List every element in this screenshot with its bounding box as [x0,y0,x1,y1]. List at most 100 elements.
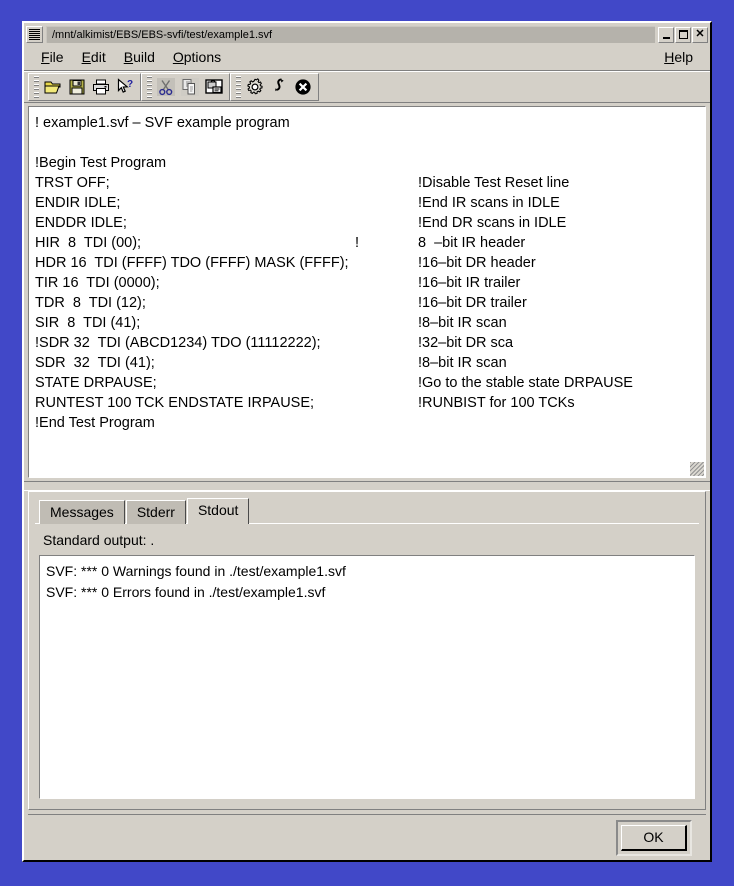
code-line: TRST OFF; !Disable Test Reset line [33,173,705,193]
hook-run-icon [275,78,284,92]
output-tab-stdout[interactable]: Stdout [186,498,250,524]
code-line: STATE DRPAUSE; !Go to the stable state DR… [33,373,705,393]
ok-button[interactable]: OK [621,824,687,851]
toolbar: ? [24,71,710,103]
maximize-button[interactable] [675,26,691,43]
code-line-text: ! example1.svf – SVF example program [35,115,290,131]
code-line: ! example1.svf – SVF example program [33,113,705,133]
menu-build[interactable]: Build [115,46,164,68]
output-tab-messages[interactable]: Messages [39,500,125,524]
code-line-text: TIR 16 TDI (0000); [35,275,160,291]
code-line-comment: !8–bit IR scan [418,355,507,371]
code-line: !Begin Test Program [33,153,705,173]
svg-text:?: ? [127,79,133,90]
code-line-comment: 8 –bit IR header [418,235,526,251]
code-line-comment: !8–bit IR scan [418,315,507,331]
code-line-text: HIR 8 TDI (00); [35,235,142,251]
code-line-comment: !16–bit IR trailer [418,275,521,291]
output-tab-body: Standard output: . SVF: *** 0 Warnings f… [35,523,699,803]
context-help-button[interactable]: ? [113,75,137,99]
code-line-comment: !End DR scans in IDLE [418,215,567,231]
standard-output-label: Standard output: . [43,532,155,548]
toolbar-grip[interactable] [147,76,152,98]
code-line-comment: !RUNBIST for 100 TCKs [418,395,575,411]
cut-scissors-icon [157,78,175,96]
standard-output-textarea[interactable]: SVF: *** 0 Warnings found in ./test/exam… [39,555,695,799]
copy-pages-icon [181,78,199,96]
output-line: SVF: *** 0 Warnings found in ./test/exam… [46,563,346,579]
code-line-text: ENDIR IDLE; [35,195,121,211]
copy-button[interactable] [178,75,202,99]
print-button[interactable] [89,75,113,99]
paste-clipboard-icon [205,79,223,94]
gear-icon [247,78,263,95]
paste-button[interactable] [202,75,226,99]
pane-separator[interactable] [24,481,710,491]
toolbar-group-file: ? [28,73,141,101]
code-line-text: SDR 32 TDI (41); [35,355,155,371]
code-line: !SDR 32 TDI (ABCD1234) TDO (11112222); !3… [33,333,705,353]
system-menu-icon[interactable] [26,26,43,43]
code-line-text: TDR 8 TDI (12); [35,295,146,311]
menu-options[interactable]: Options [164,46,230,68]
open-button[interactable] [41,75,65,99]
source-editor[interactable]: ! example1.svf – SVF example program !Beg… [28,106,706,478]
run-button[interactable] [267,75,291,99]
save-button[interactable] [65,75,89,99]
code-line-text: SIR 8 TDI (41); [35,315,141,331]
code-line: SIR 8 TDI (41); !8–bit IR scan [33,313,705,333]
window-title: /mnt/alkimist/EBS/EBS-svfi/test/example1… [46,26,655,43]
stop-circle-icon [295,79,311,95]
window-controls: ✕ [658,26,708,43]
output-panel: Messages Stderr Stdout Standard output: . … [28,491,706,810]
output-tab-stderr[interactable]: Stderr [125,500,186,524]
code-line-comment: !End IR scans in IDLE [418,195,560,211]
code-line: ENDDR IDLE; !End DR scans in IDLE [33,213,705,233]
dialog-footer: OK [28,814,706,860]
code-line-comment: !Go to the stable state DRPAUSE [418,375,633,391]
code-line-text: ENDDR IDLE; [35,215,127,231]
source-editor-text[interactable]: ! example1.svf – SVF example program !Beg… [29,107,705,477]
output-line: SVF: *** 0 Errors found in ./test/exampl… [46,584,326,600]
code-line-text: HDR 16 TDI (FFFF) TDO (FFFF) MASK (FFFF)… [35,255,349,271]
code-line: SDR 32 TDI (41); !8–bit IR scan [33,353,705,373]
menu-bar: File Edit Build Options Help [24,44,710,71]
code-line-comment: !Disable Test Reset line [418,175,570,191]
title-bar: /mnt/alkimist/EBS/EBS-svfi/test/example1… [24,23,710,44]
system-menu-stripes [29,29,40,40]
open-folder-icon [44,81,61,94]
menu-file[interactable]: File [32,46,73,68]
printer-icon [93,79,109,95]
code-line-text: !End Test Program [35,415,155,431]
help-pointer-icon: ? [117,78,133,93]
minimize-button[interactable] [658,26,674,43]
stop-button[interactable] [291,75,315,99]
close-button[interactable]: ✕ [692,26,708,43]
toolbar-grip[interactable] [34,76,39,98]
output-tabs: Messages Stderr Stdout [35,498,699,524]
code-line-text: !SDR 32 TDI (ABCD1234) TDO (11112222); [35,335,321,351]
code-line-mark: ! [355,235,360,251]
toolbar-group-edit [141,73,230,101]
menu-edit[interactable]: Edit [73,46,115,68]
code-line: TIR 16 TDI (0000); !16–bit IR trailer [33,273,705,293]
ok-default-frame: OK [616,819,692,856]
cut-button[interactable] [154,75,178,99]
build-button[interactable] [243,75,267,99]
close-icon: ✕ [695,28,705,40]
code-line-text: RUNTEST 100 TCK ENDSTATE IRPAUSE; [35,395,315,411]
code-line-text: TRST OFF; [35,175,110,191]
code-line: HIR 8 TDI (00);! 8 –bit IR header [33,233,705,253]
toolbar-grip[interactable] [236,76,241,98]
code-line: ENDIR IDLE; !End IR scans in IDLE [33,193,705,213]
menu-help[interactable]: Help [655,46,702,68]
editor-resize-grip[interactable] [690,462,704,476]
code-line-comment: !32–bit DR sca [418,335,514,351]
code-line: HDR 16 TDI (FFFF) TDO (FFFF) MASK (FFFF)… [33,253,705,273]
application-window: /mnt/alkimist/EBS/EBS-svfi/test/example1… [22,21,712,862]
minimize-icon [663,36,670,39]
save-floppy-icon [69,79,85,95]
code-line: !End Test Program [33,413,705,433]
desktop-background: /mnt/alkimist/EBS/EBS-svfi/test/example1… [0,0,734,886]
